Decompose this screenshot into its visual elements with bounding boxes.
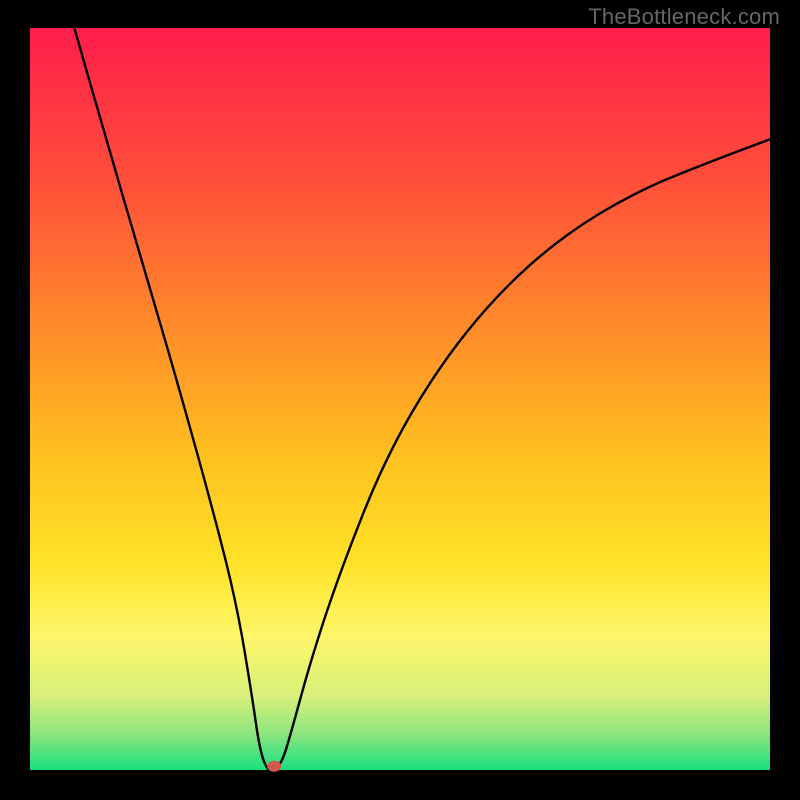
chart-frame: TheBottleneck.com <box>0 0 800 800</box>
plot-background <box>30 28 770 770</box>
minimum-marker <box>267 761 281 772</box>
chart-svg <box>0 0 800 800</box>
